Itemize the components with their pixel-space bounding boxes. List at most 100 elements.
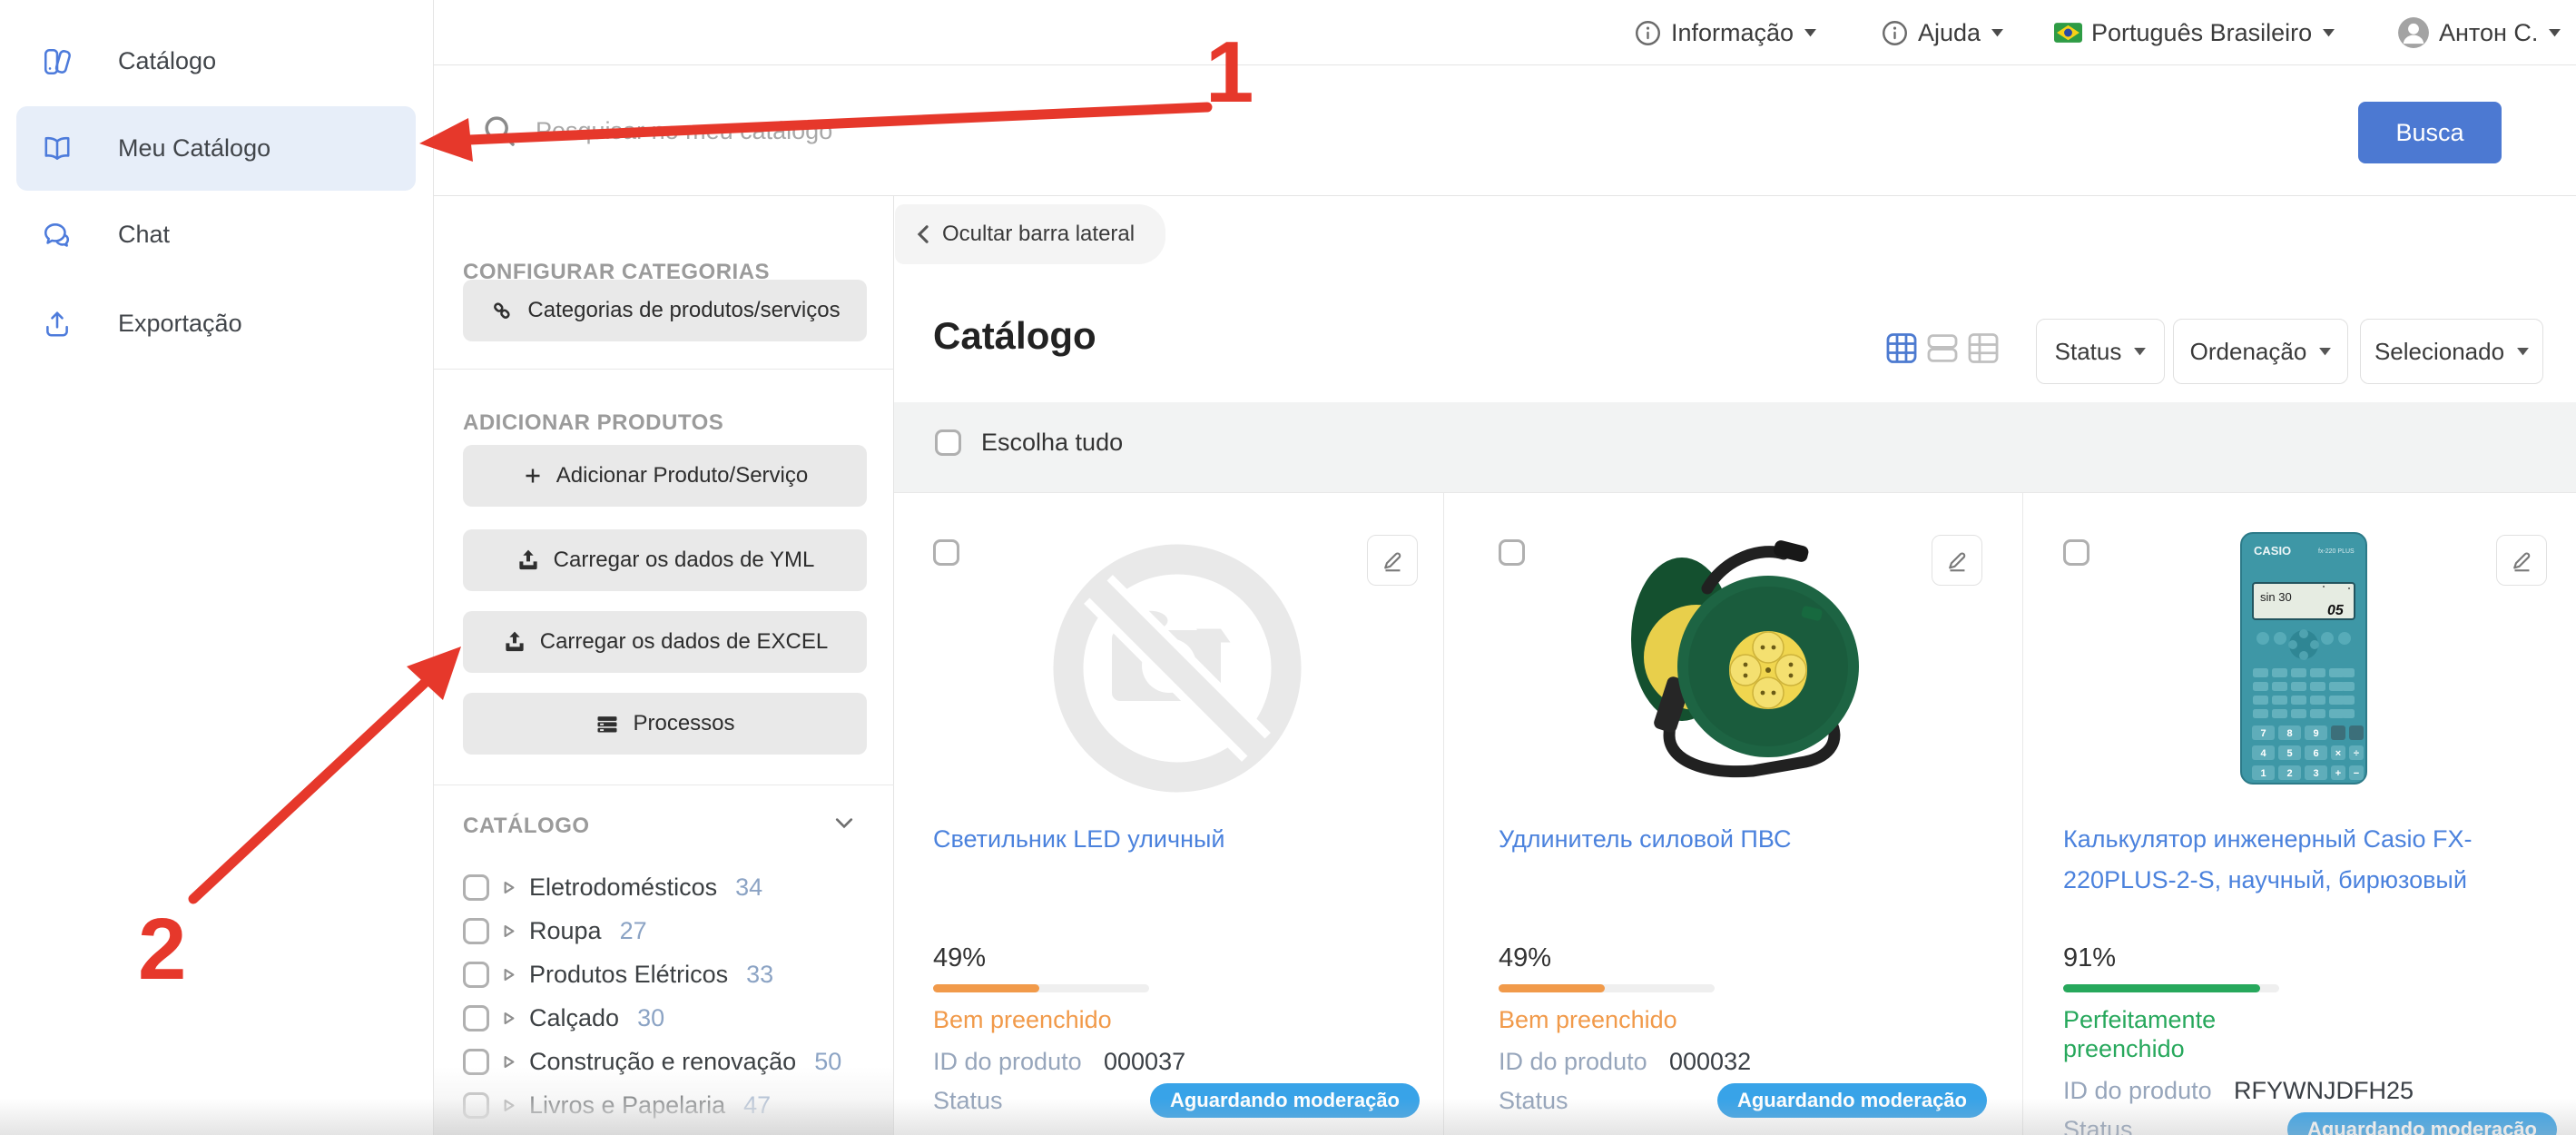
edit-product-button[interactable] [1367, 535, 1418, 586]
product-grid: Светильник LED уличный 49% Bem preenchid… [894, 492, 2576, 1135]
calc-screen-line1: sin 30 [2260, 590, 2292, 604]
upload-yml-button[interactable]: Carregar os dados de YML [463, 529, 867, 591]
status-badge: Aguardando moderação [1717, 1083, 1987, 1118]
product-image-calculator: CASIO fx-220 PLUS sin 30 05 [2240, 532, 2367, 789]
help-menu[interactable]: Ajuda [1881, 0, 2003, 65]
sidebar-item-meu-catalogo[interactable]: Meu Catálogo [16, 106, 416, 191]
chevron-left-icon [917, 224, 929, 244]
select-all-control[interactable]: Escolha tudo [935, 429, 1123, 457]
category-count: 34 [735, 873, 762, 902]
list-view-icon[interactable] [1925, 331, 1960, 365]
completion-label: Perfeitamente preenchido [2063, 1005, 2308, 1063]
chevron-down-icon [2517, 348, 2529, 356]
completion-percent: 49% [933, 943, 1420, 973]
info-icon [1634, 19, 1662, 47]
completion-fill [2063, 984, 2260, 992]
product-checkbox[interactable] [933, 539, 959, 566]
categories-mapping-button[interactable]: Categorias de produtos/serviços [463, 280, 867, 341]
product-title-link[interactable]: Светильник LED уличный [933, 819, 1423, 860]
category-checkbox[interactable] [463, 962, 489, 988]
process-list-icon [595, 711, 620, 736]
category-name: Livros e Papelaria [529, 1091, 725, 1120]
expand-caret-icon[interactable] [504, 1012, 515, 1025]
category-row-roupa[interactable]: Roupa 27 [463, 913, 647, 949]
grid-view-icon[interactable] [1884, 331, 1919, 365]
search-icon [481, 113, 517, 149]
category-checkbox[interactable] [463, 1005, 489, 1031]
table-view-icon[interactable] [1966, 331, 2001, 365]
category-row-construcao[interactable]: Construção e renovação50 [463, 1043, 841, 1080]
category-row-livros[interactable]: Livros e Papelaria47 [463, 1087, 771, 1123]
main-content: Ocultar barra lateral Catálogo Status Or… [894, 196, 2576, 1135]
select-all-checkbox[interactable] [935, 429, 961, 456]
pencil-icon [2508, 547, 2535, 574]
language-menu[interactable]: Português Brasileiro [2054, 0, 2335, 65]
category-name: Roupa [529, 917, 602, 945]
completion-percent: 91% [2063, 943, 2557, 973]
edit-product-button[interactable] [2496, 535, 2547, 586]
catalog-admin-app: Catálogo Meu Catálogo Chat [0, 0, 2576, 1135]
selected-dropdown[interactable]: Selecionado [2360, 319, 2543, 384]
edit-product-button[interactable] [1932, 535, 1982, 586]
button-label: Adicionar Produto/Serviço [556, 463, 808, 489]
button-label: Carregar os dados de EXCEL [540, 629, 829, 655]
product-card: CASIO fx-220 PLUS sin 30 05 [2022, 493, 2576, 1135]
category-checkbox[interactable] [463, 1092, 489, 1119]
info-menu[interactable]: Informação [1634, 0, 1816, 65]
category-row-produtos-eletricos[interactable]: Produtos Elétricos33 [463, 956, 773, 992]
pencil-icon [1379, 547, 1406, 574]
info-label: Informação [1671, 19, 1794, 47]
search-input[interactable] [534, 93, 2258, 169]
product-checkbox[interactable] [1499, 539, 1525, 566]
expand-caret-icon[interactable] [504, 924, 515, 938]
plus-icon [522, 465, 544, 487]
user-menu[interactable]: Антон С. [2397, 0, 2561, 65]
catalog-icon [42, 46, 73, 77]
button-label: Carregar os dados de YML [554, 548, 815, 573]
add-product-button[interactable]: Adicionar Produto/Serviço [463, 445, 867, 507]
sidebar-item-catalogo[interactable]: Catálogo [16, 19, 416, 104]
id-label: ID do produto [1499, 1047, 1669, 1076]
product-status-row: Status Aguardando moderação [933, 1083, 1420, 1118]
topbar: Informação Ajuda Português Brasileiro Ан… [434, 0, 2576, 65]
svg-text:÷: ÷ [2354, 748, 2359, 759]
category-checkbox[interactable] [463, 1049, 489, 1075]
help-label: Ajuda [1918, 19, 1981, 47]
category-checkbox[interactable] [463, 918, 489, 944]
expand-caret-icon[interactable] [504, 1055, 515, 1069]
category-count: 27 [620, 917, 647, 945]
chevron-down-icon [1991, 29, 2003, 37]
status-badge: Aguardando moderação [2287, 1112, 2557, 1135]
product-id-row: ID do produto 000037 [933, 1047, 1420, 1076]
link-icon [489, 298, 515, 323]
search-button[interactable]: Busca [2358, 102, 2502, 163]
ordering-dropdown[interactable]: Ordenação [2173, 319, 2348, 384]
expand-caret-icon[interactable] [504, 881, 515, 894]
config-panel: CONFIGURAR CATEGORIAS Categorias de prod… [434, 196, 894, 1135]
expand-caret-icon[interactable] [504, 968, 515, 982]
processes-button[interactable]: Processos [463, 693, 867, 755]
id-label: ID do produto [933, 1047, 1104, 1076]
svg-text:7: 7 [2260, 728, 2266, 739]
upload-excel-button[interactable]: Carregar os dados de EXCEL [463, 611, 867, 673]
svg-text:×: × [2335, 748, 2341, 759]
product-title-link[interactable]: Калькулятор инженерный Casio FX-220PLUS-… [2063, 819, 2549, 901]
expand-caret-icon[interactable] [504, 1099, 515, 1112]
sidebar-item-chat[interactable]: Chat [16, 192, 416, 277]
product-info: 49% Bem preenchido ID do produto 000037 … [933, 943, 1420, 1118]
category-row-eletrodomesticos[interactable]: Eletrodomésticos34 [463, 869, 762, 905]
category-row-calcado[interactable]: Calçado30 [463, 1000, 664, 1036]
svg-text:8: 8 [2286, 728, 2292, 739]
svg-text:1: 1 [2260, 768, 2266, 779]
collapse-chevron-icon[interactable] [835, 817, 853, 829]
category-name: Calçado [529, 1004, 619, 1032]
product-title-link[interactable]: Удлинитель силовой ПВС [1499, 819, 2007, 860]
chevron-down-icon [2319, 348, 2331, 356]
chevron-down-icon [2323, 29, 2335, 37]
status-filter-dropdown[interactable]: Status [2036, 319, 2165, 384]
hide-sidebar-button[interactable]: Ocultar barra lateral [895, 204, 1165, 264]
product-checkbox[interactable] [2063, 539, 2089, 566]
category-name: Produtos Elétricos [529, 961, 728, 989]
category-checkbox[interactable] [463, 874, 489, 901]
sidebar-item-exportacao[interactable]: Exportação [16, 281, 416, 366]
